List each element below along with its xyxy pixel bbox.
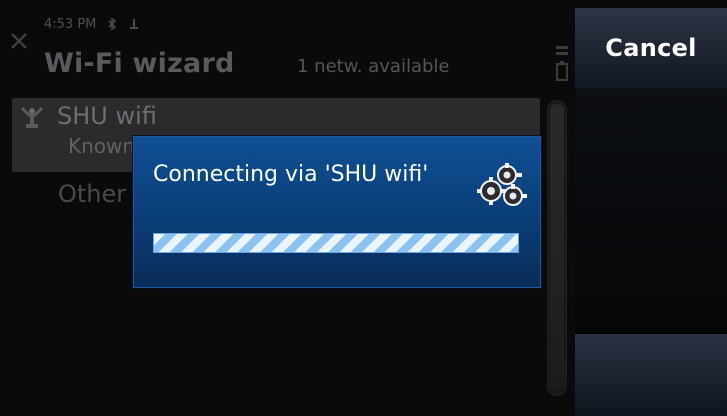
screen: 4:53 PM Wi-Fi wizard 1 netw. available S… — [0, 0, 727, 416]
progress-fill — [154, 234, 518, 252]
scroll-thumb[interactable] — [550, 104, 564, 390]
wifi-antenna-icon — [20, 106, 44, 130]
softkey-panel: Cancel — [575, 8, 727, 416]
battery-icon — [555, 44, 569, 84]
page-title: Wi-Fi wizard — [44, 48, 235, 79]
network-status: Known — [68, 134, 136, 158]
status-time: 4:53 PM — [44, 16, 97, 32]
network-name: SHU wifi — [57, 102, 157, 130]
cancel-button-label: Cancel — [605, 34, 697, 62]
networks-available: 1 netw. available — [297, 56, 450, 77]
close-icon[interactable] — [10, 32, 28, 50]
softkey-bottom-button[interactable] — [575, 333, 727, 416]
signal-icon — [128, 18, 140, 30]
list-item-other[interactable]: Other — [58, 180, 126, 208]
connecting-dialog: Connecting via 'SHU wifi' — [133, 136, 541, 288]
softkey-empty-area — [575, 88, 727, 333]
progress-bar — [153, 233, 519, 253]
gears-icon — [471, 157, 527, 209]
dialog-message: Connecting via 'SHU wifi' — [153, 162, 429, 187]
bluetooth-icon — [106, 17, 118, 31]
cancel-button[interactable]: Cancel — [575, 8, 727, 89]
scrollbar[interactable] — [547, 100, 567, 396]
status-bar: 4:53 PM — [44, 16, 140, 32]
